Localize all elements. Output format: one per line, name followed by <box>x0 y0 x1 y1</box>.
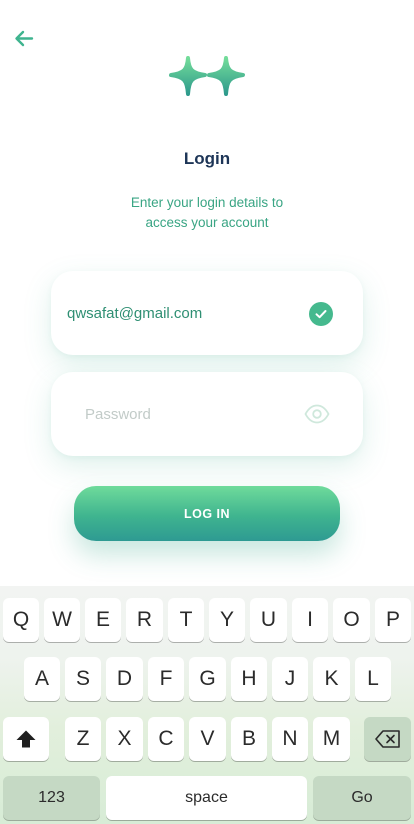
key-v[interactable]: V <box>189 717 226 761</box>
email-input[interactable] <box>67 271 297 355</box>
sparkle-logo-icon <box>169 56 245 96</box>
login-button[interactable]: LOG IN <box>74 486 340 541</box>
back-arrow-icon[interactable] <box>12 27 36 51</box>
key-r[interactable]: R <box>126 598 163 642</box>
key-j[interactable]: J <box>272 657 308 701</box>
key-p[interactable]: P <box>375 598 411 642</box>
backspace-key[interactable] <box>364 717 411 761</box>
key-f[interactable]: F <box>148 657 184 701</box>
key-s[interactable]: S <box>65 657 101 701</box>
password-input[interactable] <box>85 372 315 456</box>
key-z[interactable]: Z <box>65 717 101 761</box>
key-b[interactable]: B <box>231 717 267 761</box>
email-field-card <box>51 271 363 355</box>
page-title: Login <box>183 149 231 168</box>
key-k[interactable]: K <box>313 657 350 701</box>
key-q[interactable]: Q <box>3 598 39 642</box>
key-t[interactable]: T <box>168 598 204 642</box>
key-c[interactable]: C <box>148 717 184 761</box>
key-u[interactable]: U <box>250 598 287 642</box>
key-m[interactable]: M <box>313 717 350 761</box>
key-d[interactable]: D <box>106 657 143 701</box>
key-x[interactable]: X <box>106 717 143 761</box>
key-h[interactable]: H <box>231 657 267 701</box>
key-y[interactable]: Y <box>209 598 245 642</box>
eye-icon[interactable] <box>304 404 330 424</box>
numbers-key[interactable]: 123 <box>3 776 100 820</box>
key-i[interactable]: I <box>292 598 328 642</box>
page-subtitle: Enter your login details to access your … <box>0 193 414 233</box>
shift-key[interactable] <box>3 717 49 761</box>
password-field-card <box>51 372 363 456</box>
key-g[interactable]: G <box>189 657 226 701</box>
subtitle-line-2: access your account <box>145 215 269 230</box>
subtitle-line-1: Enter your login details to <box>130 195 284 210</box>
key-n[interactable]: N <box>272 717 308 761</box>
on-screen-keyboard: Q W E R T Y U I O P A S D F G H J K L Z … <box>0 586 414 824</box>
key-e[interactable]: E <box>85 598 121 642</box>
backspace-icon <box>374 730 400 748</box>
go-key[interactable]: Go <box>313 776 411 820</box>
key-w[interactable]: W <box>44 598 80 642</box>
key-o[interactable]: O <box>333 598 370 642</box>
space-key[interactable]: space <box>106 776 307 820</box>
shift-arrow-icon <box>16 730 36 748</box>
key-l[interactable]: L <box>355 657 391 701</box>
key-a[interactable]: A <box>24 657 60 701</box>
check-circle-icon <box>309 302 333 326</box>
